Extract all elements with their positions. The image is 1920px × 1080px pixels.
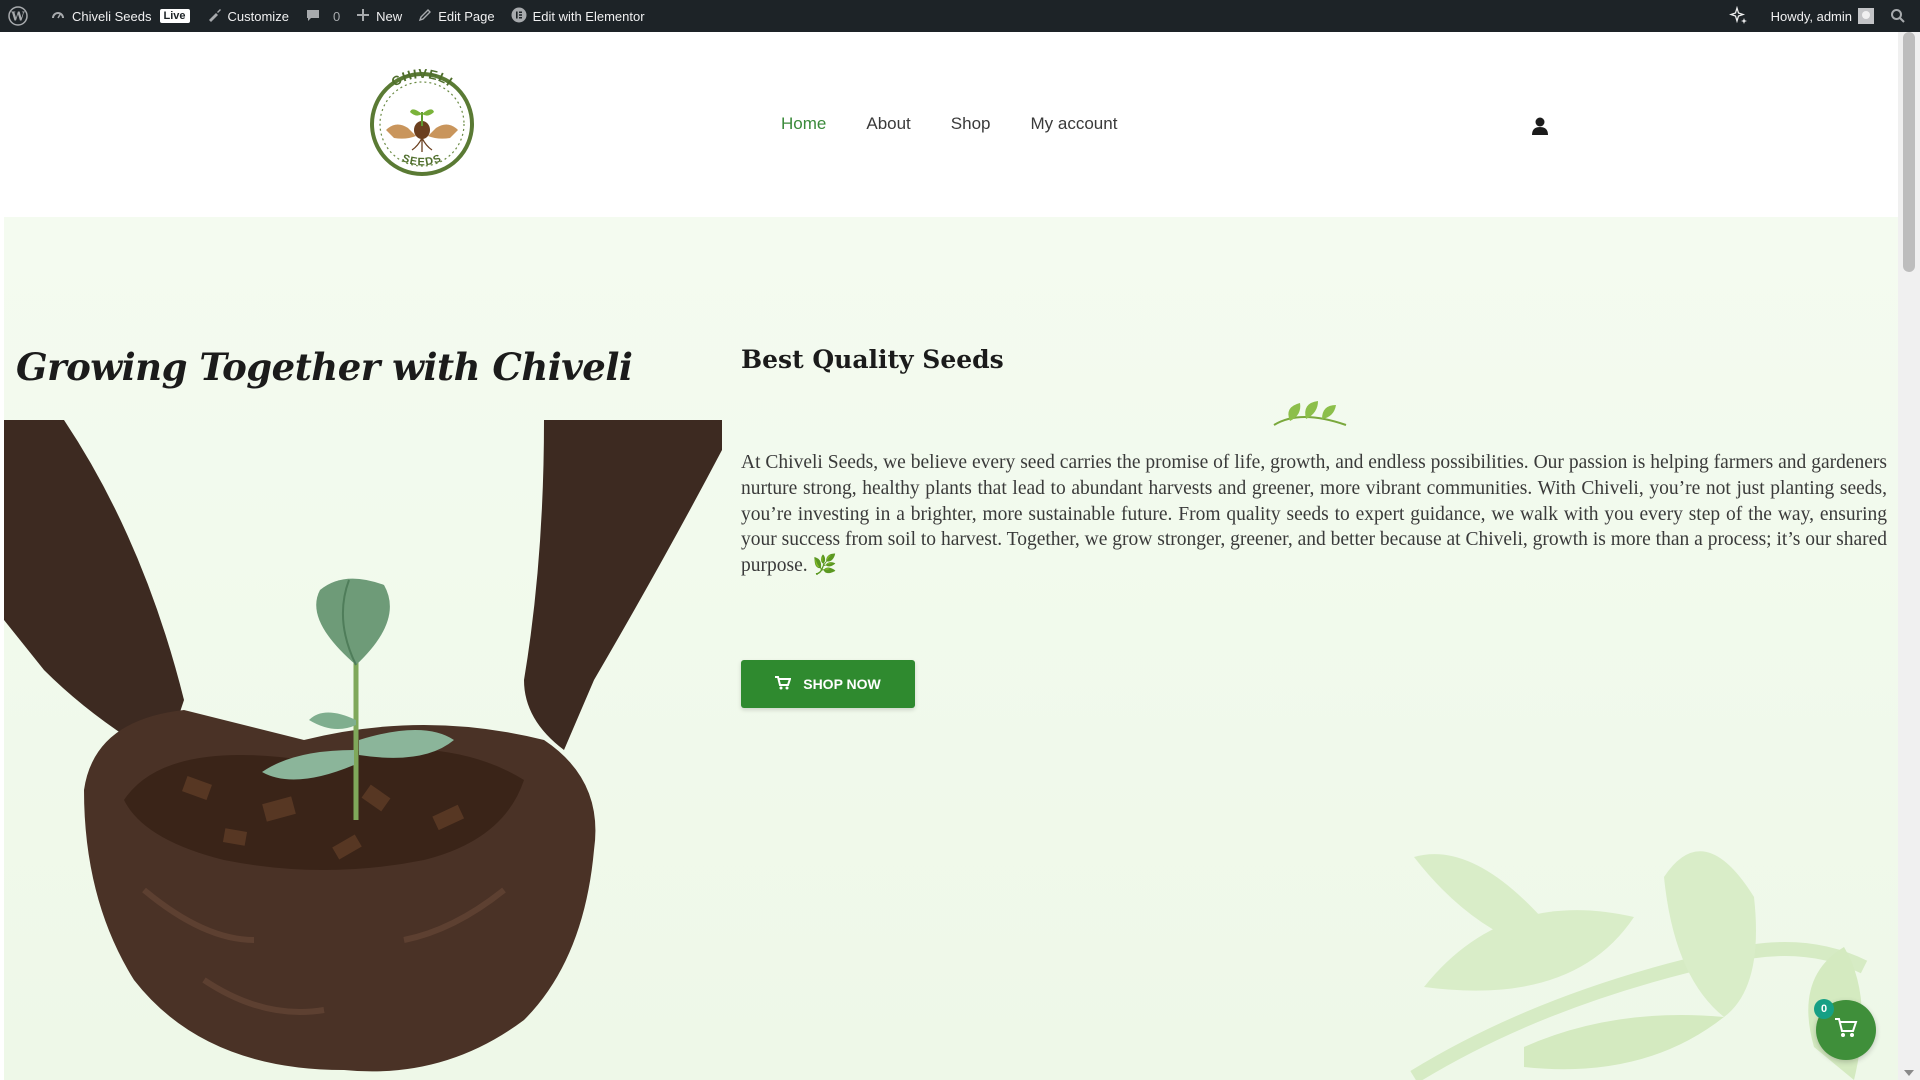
customize-label: Customize <box>227 8 289 24</box>
admin-bar-right: Howdy, admin <box>1721 0 1920 32</box>
edit-with-elementor-link[interactable]: Edit with Elementor <box>503 0 653 32</box>
shopping-cart-icon <box>1834 1017 1858 1044</box>
nav-about[interactable]: About <box>866 114 910 134</box>
hands-with-seedling-image <box>4 420 722 1080</box>
pencil-icon <box>418 8 438 25</box>
user-account-menu[interactable]: Howdy, admin <box>1763 0 1882 32</box>
admin-search-icon[interactable] <box>1882 0 1920 32</box>
live-badge: Live <box>159 9 190 23</box>
main-navigation: Home About Shop My account <box>781 114 1157 134</box>
shop-now-label: SHOP NOW <box>803 676 881 692</box>
nav-my-account[interactable]: My account <box>1031 114 1118 134</box>
cart-count-badge: 0 <box>1814 999 1834 1019</box>
herb-emoji: 🌿 <box>812 555 837 577</box>
page-scrollbar[interactable] <box>1898 32 1920 1080</box>
admin-bar: W Chiveli Seeds Live Customize 0 New Edi… <box>0 0 1920 32</box>
site-header: CHIVELI SEEDS Home About Shop My account <box>0 32 1898 217</box>
comment-icon <box>305 7 327 26</box>
section-title: Best Quality Seeds <box>741 345 1004 374</box>
howdy-greeting: Howdy, admin <box>1770 8 1852 24</box>
site-name: Chiveli Seeds <box>72 8 152 24</box>
elementor-label: Edit with Elementor <box>532 8 645 24</box>
cart-icon <box>775 675 792 693</box>
comments-count: 0 <box>332 8 341 24</box>
hero-title: Growing Together with Chiveli <box>16 345 633 389</box>
background-leaves-decoration <box>1344 817 1898 1080</box>
new-label: New <box>376 8 403 24</box>
shop-now-button[interactable]: SHOP NOW <box>741 660 915 708</box>
user-account-icon[interactable] <box>1530 116 1550 141</box>
edit-page-link[interactable]: Edit Page <box>410 0 502 32</box>
site-name-link[interactable]: Chiveli Seeds Live <box>42 0 198 32</box>
about-paragraph: At Chiveli Seeds, we believe every seed … <box>741 450 1887 579</box>
wordpress-logo-icon[interactable]: W <box>0 0 42 32</box>
new-content-link[interactable]: New <box>348 0 410 32</box>
scroll-down-arrow-icon[interactable] <box>1904 1070 1914 1076</box>
elementor-icon <box>511 7 533 26</box>
ai-sparkle-icon[interactable] <box>1721 0 1763 32</box>
dashboard-icon <box>50 7 72 26</box>
hero-section: Growing Together with Chiveli Best Quali… <box>4 217 1898 1080</box>
avatar <box>1858 8 1874 24</box>
nav-shop[interactable]: Shop <box>951 114 991 134</box>
site-logo[interactable]: CHIVELI SEEDS <box>346 48 498 200</box>
svg-text:W: W <box>10 10 25 24</box>
edit-page-label: Edit Page <box>438 8 495 24</box>
about-text: At Chiveli Seeds, we believe every seed … <box>741 452 1887 577</box>
comments-link[interactable]: 0 <box>297 0 348 32</box>
brush-icon <box>206 7 228 26</box>
scrollbar-thumb[interactable] <box>1903 32 1915 272</box>
nav-home[interactable]: Home <box>781 114 826 134</box>
plus-icon <box>356 8 376 25</box>
leaf-divider-icon <box>1270 395 1350 436</box>
customize-link[interactable]: Customize <box>198 0 297 32</box>
